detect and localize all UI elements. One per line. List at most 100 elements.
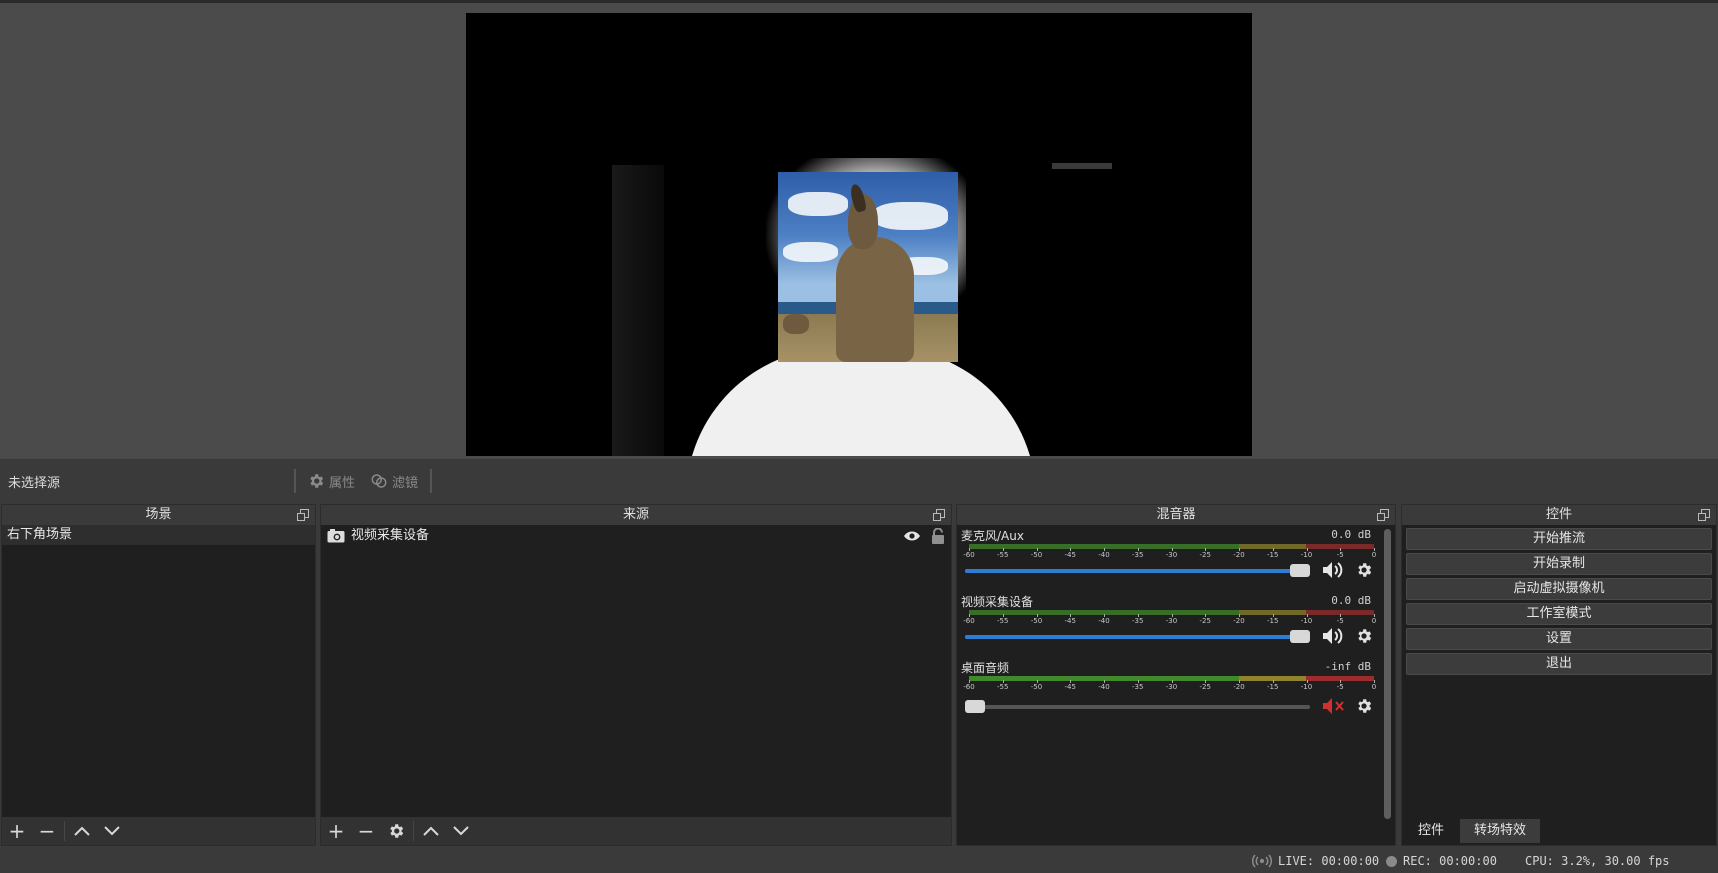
undock-icon[interactable] — [1698, 509, 1710, 521]
tick-label: -25 — [1199, 617, 1211, 625]
volume-slider-handle[interactable] — [1290, 630, 1310, 643]
tool-separator — [64, 821, 65, 841]
scenes-toolbar: + − — [2, 817, 315, 845]
scenes-title: 场景 — [145, 507, 172, 522]
tab-controls[interactable]: 控件 — [1404, 819, 1459, 843]
mixer-scrollbar[interactable] — [1384, 529, 1391, 819]
tick-label: -60 — [963, 551, 975, 559]
mixer-dock: 混音器 麦克风/Aux 0.0 dB -60 -55 -50 -45 -40 -35 -30… — [956, 504, 1396, 846]
tick-label: -45 — [1064, 551, 1076, 559]
tick-label: -15 — [1267, 617, 1279, 625]
add-scene-icon[interactable]: + — [2, 817, 32, 845]
channel-gear-icon[interactable] — [1355, 627, 1373, 648]
tick-label: -15 — [1267, 683, 1279, 691]
volume-slider-handle[interactable] — [965, 700, 985, 713]
live-time: LIVE: 00:00:00 — [1278, 854, 1380, 868]
eye-icon[interactable] — [903, 530, 921, 542]
tick-label: -50 — [1030, 551, 1043, 559]
speaker-icon[interactable] — [1321, 560, 1347, 583]
move-up-icon[interactable] — [67, 817, 97, 845]
tick-label: -25 — [1199, 683, 1211, 691]
mixer-scrollbar-thumb[interactable] — [1384, 529, 1391, 819]
toolbar-separator — [430, 469, 432, 493]
volume-slider-handle[interactable] — [1290, 564, 1310, 577]
source-list-item[interactable]: 视频采集设备 — [321, 525, 951, 547]
tick-label: -40 — [1098, 683, 1110, 691]
tick-label: 0 — [1371, 551, 1377, 559]
controls-dock-title: 控件 — [1402, 505, 1716, 525]
move-down-icon[interactable] — [97, 817, 127, 845]
cpu-status: CPU: 3.2%, 30.00 fps — [1525, 854, 1670, 868]
tick-label: -45 — [1064, 683, 1076, 691]
properties-label: 属性 — [329, 475, 356, 491]
webcam-person — [686, 348, 1036, 456]
undock-icon[interactable] — [1377, 509, 1389, 521]
speaker-icon[interactable] — [1321, 626, 1347, 649]
tick-label: -60 — [963, 683, 975, 691]
preview-canvas[interactable] — [466, 13, 1252, 456]
source-name: 视频采集设备 — [351, 528, 430, 543]
tick-label: 0 — [1371, 683, 1377, 691]
tick-label: -40 — [1098, 551, 1110, 559]
tick-label: -50 — [1030, 683, 1043, 691]
tick-label: -5 — [1336, 683, 1344, 691]
meter-scale: -60 -55 -50 -45 -40 -35 -30 -25 -20 -15 -10 -5 0 — [963, 680, 1377, 691]
speaker-muted-icon[interactable] — [1321, 696, 1347, 719]
channel-db-readout: 0.0 dB — [1331, 594, 1371, 607]
mixer-channel: 麦克风/Aux 0.0 dB -60 -55 -50 -45 -40 -35 -30 -25-… — [961, 527, 1377, 593]
volume-slider[interactable] — [965, 630, 1310, 643]
tick-label: -40 — [1098, 617, 1110, 625]
channel-gear-icon[interactable] — [1355, 561, 1373, 582]
controls-title: 控件 — [1545, 507, 1572, 522]
filters-label: 滤镜 — [392, 475, 419, 491]
tick-label: -55 — [997, 551, 1009, 559]
remove-source-icon[interactable]: − — [351, 817, 381, 845]
filters-button[interactable]: 滤镜 — [370, 470, 418, 492]
scene-list-item[interactable]: 右下角场景 — [2, 525, 315, 545]
move-up-icon[interactable] — [416, 817, 446, 845]
sources-toolbar: + − — [321, 817, 951, 845]
studio-mode-button[interactable]: 工作室模式 — [1406, 603, 1712, 625]
tick-label: -20 — [1233, 617, 1245, 625]
tick-label: -35 — [1132, 683, 1144, 691]
add-source-icon[interactable]: + — [321, 817, 351, 845]
photo-cloud — [788, 192, 848, 216]
mixer-title: 混音器 — [1156, 507, 1196, 522]
start-streaming-button[interactable]: 开始推流 — [1406, 528, 1712, 550]
tick-label: -20 — [1233, 683, 1245, 691]
exit-button[interactable]: 退出 — [1406, 653, 1712, 675]
preview-area[interactable] — [0, 3, 1718, 459]
tab-transitions[interactable]: 转场特效 — [1460, 819, 1541, 843]
channel-name: 桌面音频 — [961, 661, 1010, 675]
channel-gear-icon[interactable] — [1355, 697, 1373, 718]
photo-small-kangaroo — [783, 314, 809, 334]
move-down-icon[interactable] — [446, 817, 476, 845]
rec-status: REC: 00:00:00 — [1386, 854, 1497, 868]
tick-label: -10 — [1300, 683, 1313, 691]
source-properties-gear-icon[interactable] — [381, 817, 411, 845]
settings-button[interactable]: 设置 — [1406, 628, 1712, 650]
broadcast-icon — [1252, 854, 1272, 868]
properties-button[interactable]: 属性 — [307, 470, 355, 492]
tick-label: -30 — [1165, 617, 1178, 625]
meter-scale: -60 -55 -50 -45 -40 -35 -30 -25 -20 -15 -10 -5 0 — [963, 548, 1377, 559]
cpu-fps: CPU: 3.2%, 30.00 fps — [1525, 854, 1670, 868]
volume-slider[interactable] — [965, 564, 1310, 577]
lock-icon[interactable] — [931, 528, 945, 544]
toolbar-separator — [294, 469, 296, 493]
undock-icon[interactable] — [933, 509, 945, 521]
undock-icon[interactable] — [297, 509, 309, 521]
scenes-dock: 场景 右下角场景 + − — [1, 504, 316, 846]
no-source-selected-label: 未选择源 — [8, 476, 61, 491]
tick-label: -10 — [1300, 617, 1313, 625]
photo-kangaroo-body — [836, 237, 914, 362]
controls-dock: 控件 开始推流 开始录制 启动虚拟摄像机 工作室模式 设置 退出 控件 转场特效 — [1401, 504, 1717, 846]
channel-name: 麦克风/Aux — [961, 529, 1024, 543]
mixer-dock-title: 混音器 — [957, 505, 1395, 525]
photo-cloud — [873, 202, 948, 230]
volume-slider[interactable] — [965, 700, 1310, 713]
start-recording-button[interactable]: 开始录制 — [1406, 553, 1712, 575]
tick-label: -35 — [1132, 551, 1144, 559]
start-virtual-camera-button[interactable]: 启动虚拟摄像机 — [1406, 578, 1712, 600]
remove-scene-icon[interactable]: − — [32, 817, 62, 845]
